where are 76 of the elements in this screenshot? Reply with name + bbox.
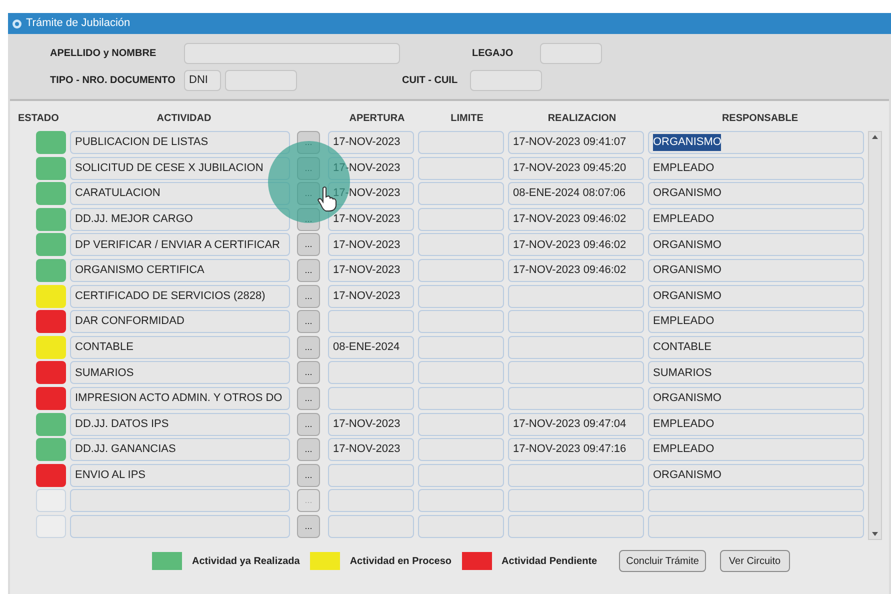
status-swatch xyxy=(36,514,66,538)
table-cell: 17-NOV-2023 xyxy=(328,438,414,462)
table-cell: DAR CONFORMIDAD xyxy=(70,310,290,334)
table-cell: ORGANISMO xyxy=(648,233,864,256)
table-cell: DD.JJ. MEJOR CARGO xyxy=(70,208,290,231)
table-cell: 17-NOV-2023 09:47:16 xyxy=(508,438,644,462)
table-cell: SUMARIOS xyxy=(648,361,864,384)
column-header: RESPONSABLE xyxy=(720,112,800,126)
name-field[interactable] xyxy=(184,43,400,64)
table-cell: CONTABLE xyxy=(70,336,290,359)
table-cell: IMPRESION ACTO ADMIN. Y OTROS DO xyxy=(70,386,290,410)
table-cell: 08-ENE-2024 08:07:06 xyxy=(508,182,644,206)
table-cell: ORGANISMO xyxy=(648,464,864,487)
table-cell: DD.JJ. GANANCIAS xyxy=(70,438,290,462)
conclude-button[interactable]: Concluir Trámite xyxy=(619,550,706,572)
details-button[interactable]: ... xyxy=(297,438,320,462)
field-label: LEGAJO xyxy=(472,47,514,61)
table-cell: ENVIO AL IPS xyxy=(70,464,290,487)
details-button[interactable]: ... xyxy=(297,464,320,487)
details-button[interactable]: ... xyxy=(297,258,320,282)
table-cell: 08-ENE-2024 xyxy=(328,336,414,359)
table-cell: EMPLEADO xyxy=(648,310,864,334)
field-label: TIPO - NRO. DOCUMENTO xyxy=(50,74,176,88)
table-cell: EMPLEADO xyxy=(648,438,864,462)
details-button[interactable]: ... xyxy=(297,412,320,436)
table-cell: EMPLEADO xyxy=(648,156,864,180)
table-cell: CONTABLE xyxy=(648,336,864,359)
status-swatch xyxy=(36,489,66,512)
view-circuit-button[interactable]: Ver Circuito xyxy=(720,550,790,572)
table-cell: 17-NOV-2023 xyxy=(328,284,414,308)
table-cell: ORGANISMO xyxy=(648,386,864,410)
scrollbar[interactable] xyxy=(868,131,882,540)
table-cell: ORGANISMO xyxy=(648,284,864,308)
cuit-field[interactable] xyxy=(470,70,542,91)
table-cell: EMPLEADO xyxy=(648,208,864,231)
table-cell: 17-NOV-2023 xyxy=(328,258,414,282)
table-cell: DP VERIFICAR / ENVIAR A CERTIFICAR xyxy=(70,233,290,256)
legend-label: Actividad en Proceso xyxy=(350,554,452,568)
table-cell: 17-NOV-2023 xyxy=(328,412,414,436)
column-header: ACTIVIDAD xyxy=(156,112,212,126)
table-cell: CERTIFICADO DE SERVICIOS (2828) xyxy=(70,284,290,308)
table-cell: 17-NOV-2023 09:46:02 xyxy=(508,258,644,282)
field-label: APELLIDO y NOMBRE xyxy=(50,47,158,61)
details-button[interactable]: ... xyxy=(297,386,320,410)
details-button[interactable]: ... xyxy=(297,284,320,308)
table-cell: ORGANISMO CERTIFICA xyxy=(70,258,290,282)
window-title: Trámite de Jubilación xyxy=(26,16,130,32)
legajo-field[interactable] xyxy=(540,43,602,64)
table-cell: 17-NOV-2023 09:46:02 xyxy=(508,233,644,256)
column-header: APERTURA xyxy=(348,112,406,126)
details-button[interactable]: ... xyxy=(297,514,320,538)
document-type-field[interactable]: DNI xyxy=(184,70,221,91)
details-button[interactable]: ... xyxy=(297,233,320,256)
legend-label: Actividad ya Realizada xyxy=(192,554,300,568)
table-cell: ORGANISMO xyxy=(648,258,864,282)
table-cell: ORGANISMO xyxy=(648,182,864,206)
details-button[interactable]: ... xyxy=(297,310,320,334)
table-cell: PUBLICACION DE LISTAS xyxy=(70,131,290,154)
details-button[interactable]: ... xyxy=(297,336,320,359)
table-cell: 17-NOV-2023 xyxy=(328,233,414,256)
table-cell: DD.JJ. DATOS IPS xyxy=(70,412,290,436)
details-button[interactable]: ... xyxy=(297,361,320,384)
table-cell: EMPLEADO xyxy=(648,412,864,436)
document-number-field[interactable] xyxy=(225,70,297,91)
table-cell: SUMARIOS xyxy=(70,361,290,384)
field-label: CUIT - CUIL xyxy=(402,74,459,88)
table-cell: 17-NOV-2023 09:47:04 xyxy=(508,412,644,436)
column-header: LIMITE xyxy=(450,112,484,126)
app-icon xyxy=(12,18,22,28)
table-cell: 17-NOV-2023 09:46:02 xyxy=(508,208,644,231)
table-cell: 17-NOV-2023 09:41:07 xyxy=(508,131,644,154)
column-header: REALIZACION xyxy=(546,112,618,126)
table-cell: ORGANISMO xyxy=(648,131,864,154)
legend-label: Actividad Pendiente xyxy=(502,554,598,568)
table-cell: 17-NOV-2023 09:45:20 xyxy=(508,156,644,180)
column-header: ESTADO xyxy=(17,112,60,126)
